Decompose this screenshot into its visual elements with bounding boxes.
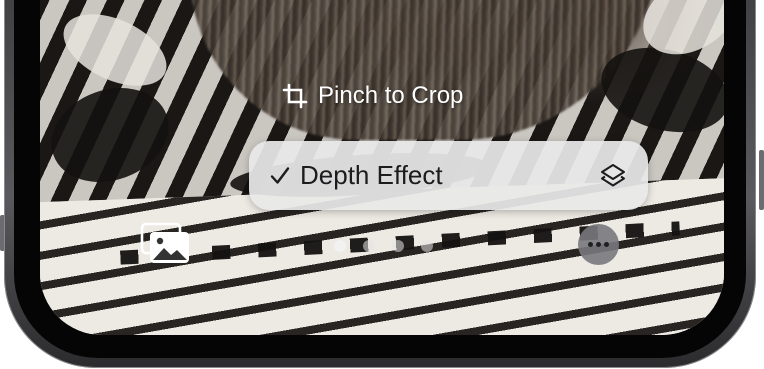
depth-effect-toggle[interactable]: Depth Effect (249, 141, 648, 210)
pinch-to-crop-hint: Pinch to Crop (282, 80, 463, 112)
page-dot-2[interactable] (363, 240, 375, 252)
more-options-button[interactable] (578, 224, 619, 265)
screenshot-stage: Pinch to Crop Depth Effect (0, 0, 764, 369)
page-dot-3[interactable] (392, 240, 404, 252)
more-icon (588, 242, 593, 247)
more-icon-dot (604, 242, 609, 247)
layers-icon (598, 161, 628, 191)
depth-effect-label: Depth Effect (300, 160, 443, 190)
crop-icon (282, 83, 308, 109)
checkmark-icon (267, 163, 293, 189)
page-dot-4[interactable] (421, 240, 433, 252)
side-button-right (759, 150, 764, 210)
photos-icon (140, 222, 192, 271)
pinch-to-crop-label: Pinch to Crop (318, 82, 464, 109)
more-icon-dot (596, 242, 601, 247)
page-dot-1[interactable] (334, 240, 346, 252)
photos-button[interactable] (139, 222, 193, 271)
page-indicator[interactable] (334, 239, 433, 253)
